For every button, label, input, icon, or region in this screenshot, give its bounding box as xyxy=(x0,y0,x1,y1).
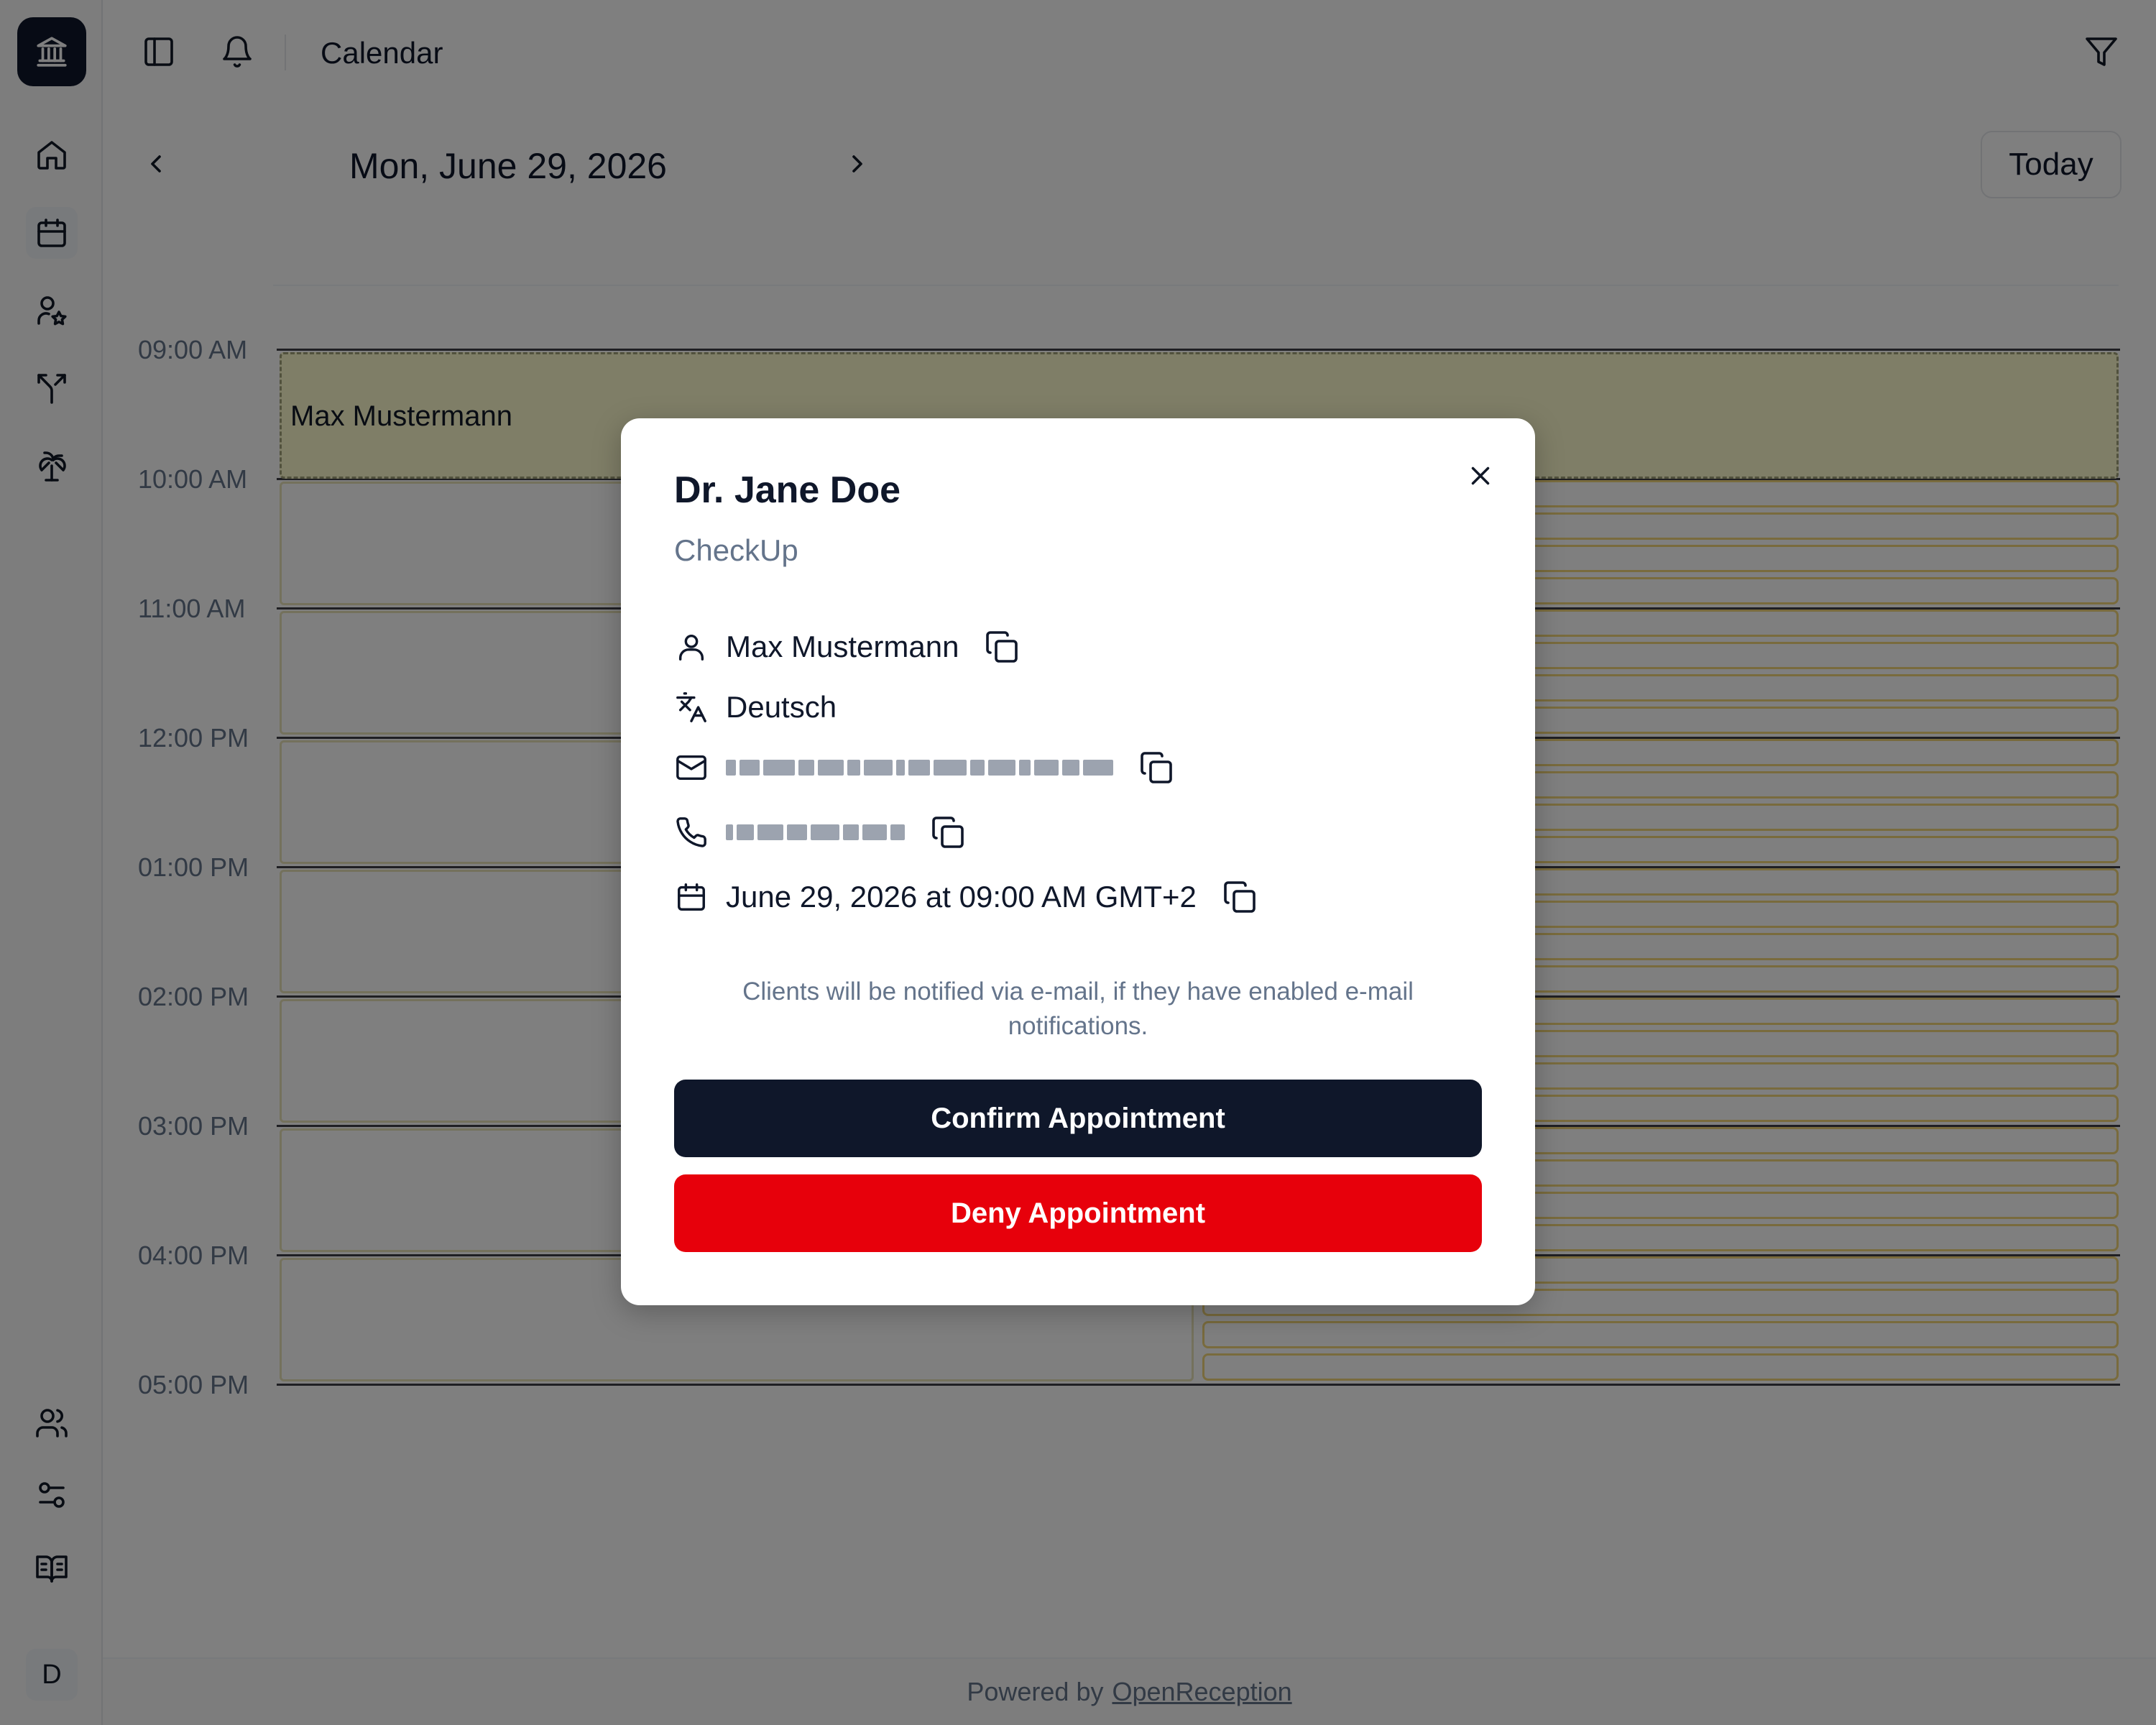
copy-icon xyxy=(1224,881,1256,913)
language-row: Deutsch xyxy=(674,686,837,729)
copy-icon xyxy=(932,816,964,848)
copy-icon xyxy=(1141,752,1172,783)
copy-phone-button[interactable] xyxy=(929,814,967,851)
appointment-datetime: June 29, 2026 at 09:00 AM GMT+2 xyxy=(726,880,1197,914)
phone-row xyxy=(674,811,967,854)
email-row xyxy=(674,746,1175,789)
mail-icon xyxy=(674,750,709,785)
datetime-row: June 29, 2026 at 09:00 AM GMT+2 xyxy=(674,875,1258,919)
languages-icon xyxy=(674,690,709,724)
close-button[interactable] xyxy=(1459,454,1502,497)
close-icon xyxy=(1471,466,1490,485)
client-name: Max Mustermann xyxy=(726,630,959,663)
notification-note: Clients will be notified via e-mail, if … xyxy=(742,978,1414,1040)
appointment-dialog: Dr. Jane Doe CheckUp Max Mustermann Deut… xyxy=(621,418,1535,1305)
dialog-title: Dr. Jane Doe xyxy=(674,469,901,511)
dialog-subtitle: CheckUp xyxy=(674,533,798,567)
copy-datetime-button[interactable] xyxy=(1221,878,1258,916)
client-language: Deutsch xyxy=(726,690,837,724)
redacted-email xyxy=(726,760,1113,776)
client-row: Max Mustermann xyxy=(674,625,1021,668)
deny-appointment-button[interactable]: Deny Appointment xyxy=(674,1174,1482,1252)
confirm-appointment-button[interactable]: Confirm Appointment xyxy=(674,1080,1482,1157)
calendar-icon xyxy=(674,880,709,914)
copy-name-button[interactable] xyxy=(983,628,1021,666)
copy-icon xyxy=(986,631,1018,663)
copy-email-button[interactable] xyxy=(1138,749,1175,786)
redacted-phone xyxy=(726,824,905,840)
phone-icon xyxy=(674,815,709,850)
user-icon xyxy=(674,630,709,664)
